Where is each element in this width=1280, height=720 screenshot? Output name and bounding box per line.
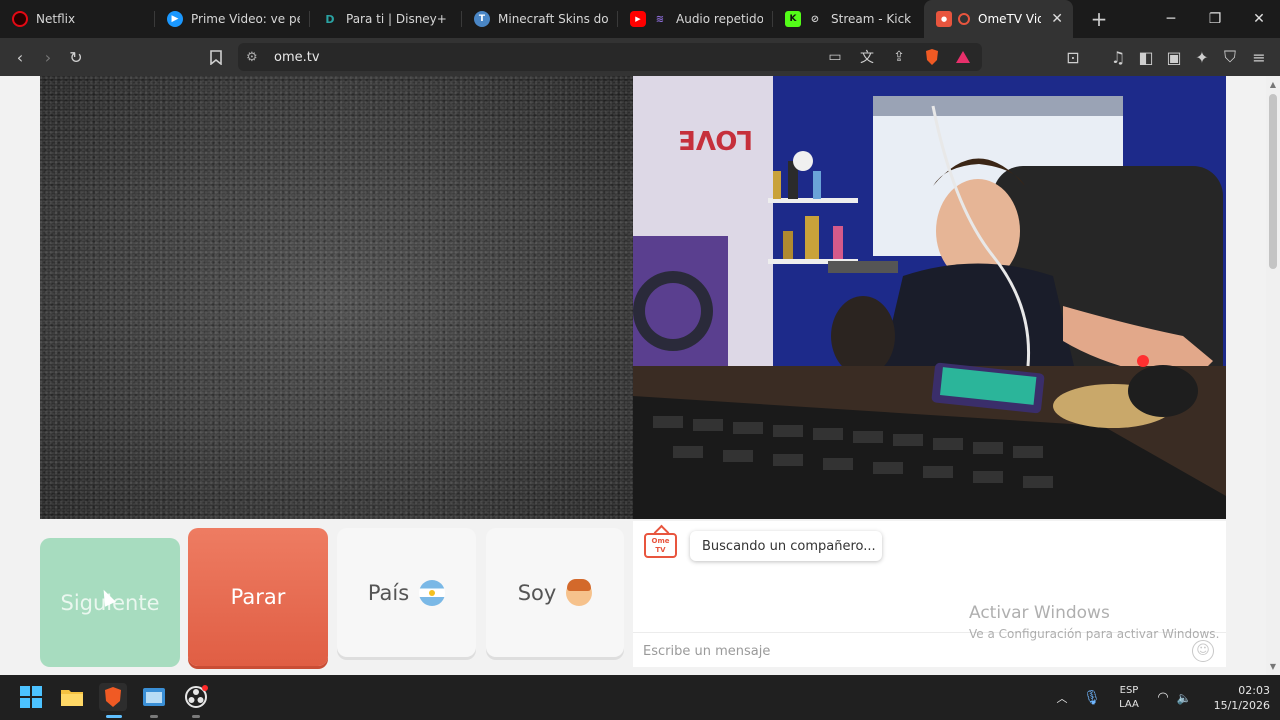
prime-video-icon: ▶ [167, 11, 183, 27]
ometv-icon: ● [936, 11, 952, 27]
site-settings-icon[interactable]: ⚙ [246, 50, 266, 65]
scroll-down-icon[interactable]: ▼ [1266, 662, 1280, 671]
start-menu-icon[interactable] [17, 683, 45, 711]
watermark-title: Activar Windows [969, 603, 1110, 623]
netflix-icon [12, 11, 28, 27]
input-language-indicator[interactable]: ESP LAA [1112, 675, 1146, 720]
tab-prime-video[interactable]: ▶ Prime Video: ve pelícu [155, 0, 310, 38]
browser-toolbar: ‹ › ↻ ⚙ ome.tv ▭ 文 ⇪ ⊡ ♫ ◧ ▣ ✦ ⛉ ≡ [0, 38, 1280, 76]
reader-mode-icon[interactable]: ⊡ [1061, 45, 1085, 69]
volume-icon[interactable]: 🔈 [1175, 675, 1193, 720]
youtube-icon: ▶ [630, 11, 646, 27]
gender-filter-button[interactable]: Soy [486, 528, 624, 657]
status-message: Buscando un compañero... [690, 531, 882, 561]
tab-title: Para ti | Disney+ [346, 12, 447, 26]
minimize-button[interactable]: ─ [1149, 0, 1193, 38]
clock[interactable]: 02:03 15/1/2026 [1202, 675, 1270, 720]
tab-strip: Netflix ▶ Prime Video: ve pelícu D Para … [0, 0, 1280, 38]
language-code: ESP [1119, 684, 1139, 696]
share-icon[interactable]: ⇪ [888, 45, 910, 69]
close-tab-icon[interactable]: ✕ [1051, 11, 1063, 27]
close-window-button[interactable]: ✕ [1237, 0, 1280, 38]
clock-date: 15/1/2026 [1213, 698, 1270, 712]
argentina-flag-icon [419, 579, 446, 606]
tab-title: Stream - Kick Das [831, 12, 914, 26]
brave-browser-icon[interactable] [99, 683, 127, 711]
svg-text:LOVE: LOVE [678, 124, 753, 154]
vpn-icon[interactable]: ⛉ [1218, 45, 1242, 69]
ometv-logo-icon: Ome TV [644, 533, 677, 558]
minecraft-skins-icon: T [474, 11, 490, 27]
windows-taskbar: ︿ 🎙 ESP LAA ◠ 🔈 02:03 15/1/2026 [0, 675, 1280, 720]
tab-kick-stream[interactable]: K ⊘ Stream - Kick Das [773, 0, 924, 38]
message-input[interactable] [643, 640, 1183, 662]
microphone-icon[interactable]: 🎙 [1081, 675, 1103, 720]
media-icon[interactable]: ♫ [1106, 45, 1130, 69]
tab-title: Audio repetido [676, 12, 763, 26]
sidebar-icon[interactable]: ◧ [1134, 45, 1158, 69]
gender-button-label: Soy [517, 580, 557, 605]
page-scrollbar[interactable]: ▲ ▼ [1266, 76, 1280, 675]
tab-minecraft-skins[interactable]: T Minecraft Skins down [462, 0, 618, 38]
brave-rewards-icon[interactable] [952, 45, 974, 69]
tab-audio-repetido[interactable]: ▶ ≋ Audio repetido [618, 0, 773, 38]
tab-title: Minecraft Skins down [498, 12, 608, 26]
partner-video [40, 76, 633, 519]
status-message-text: Buscando un compañero... [702, 538, 876, 554]
forward-icon[interactable]: › [36, 45, 60, 69]
watermark-subtitle: Ve a Configuración para activar Windows. [969, 627, 1220, 641]
scrollbar-thumb[interactable] [1269, 94, 1277, 269]
emoji-picker-icon[interactable]: ☺ [1192, 640, 1214, 662]
audio-wave-icon: ≋ [655, 13, 665, 25]
show-hidden-icons-icon[interactable]: ︿ [1052, 675, 1072, 720]
tab-title: Netflix [36, 12, 76, 26]
stop-button-label: Parar [230, 585, 286, 609]
self-camera-video: LOVE [633, 76, 1226, 519]
maximize-button[interactable]: ❐ [1193, 0, 1237, 38]
wallet-icon[interactable]: ▣ [1162, 45, 1186, 69]
menu-icon[interactable]: ≡ [1247, 45, 1271, 69]
tab-title: OmeTV Video [978, 12, 1042, 26]
app-window-icon[interactable] [140, 683, 168, 711]
new-tab-button[interactable]: + [1087, 7, 1111, 31]
brave-shields-icon[interactable] [921, 45, 943, 69]
back-icon[interactable]: ‹ [8, 45, 32, 69]
obs-studio-icon[interactable] [182, 683, 210, 711]
stop-button[interactable]: Parar [188, 528, 328, 666]
file-explorer-icon[interactable] [58, 683, 86, 711]
tab-netflix[interactable]: Netflix [0, 0, 155, 38]
kick-icon: K [785, 11, 801, 27]
muted-icon: ⊘ [810, 13, 820, 25]
clock-time: 02:03 [1238, 683, 1270, 697]
country-filter-button[interactable]: País [337, 528, 476, 657]
tab-title: Prime Video: ve pelícu [191, 12, 300, 26]
leo-ai-icon[interactable]: ✦ [1190, 45, 1214, 69]
boy-emoji-icon [566, 578, 593, 606]
disney-plus-icon: D [325, 12, 335, 26]
tab-ometv[interactable]: ● OmeTV Video ✕ [924, 0, 1073, 38]
cast-icon[interactable]: ▭ [824, 45, 846, 69]
wifi-icon[interactable]: ◠ [1154, 675, 1172, 720]
recording-icon [958, 13, 970, 25]
address-bar[interactable]: ⚙ ome.tv ▭ 文 ⇪ [238, 43, 982, 71]
activate-windows-watermark: Activar Windows Ve a Configuración para … [969, 603, 1219, 641]
tab-disney-plus[interactable]: D Para ti | Disney+ [310, 0, 462, 38]
scroll-up-icon[interactable]: ▲ [1266, 80, 1280, 89]
bookmark-icon[interactable] [204, 45, 228, 69]
camera-scene: LOVE [633, 76, 1226, 519]
country-button-label: País [367, 580, 410, 605]
translate-icon[interactable]: 文 [856, 45, 878, 69]
url-text: ome.tv [274, 49, 320, 65]
reload-icon[interactable]: ↻ [64, 45, 88, 69]
keyboard-layout: LAA [1119, 698, 1139, 710]
